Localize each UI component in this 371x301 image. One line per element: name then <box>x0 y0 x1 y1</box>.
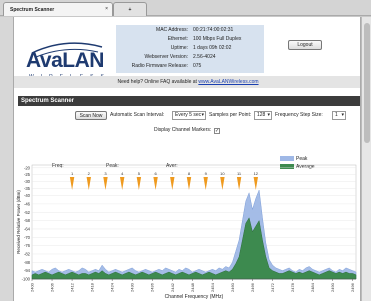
logo-text: AvaLAN <box>26 49 104 72</box>
info-label: Radio Firmware Release: <box>131 63 188 69</box>
x-tick-label: 2496 <box>350 282 355 292</box>
readout-label: Aver: <box>166 163 178 169</box>
y-tick-label: -52 <box>24 210 31 215</box>
x-axis-title: Channel Frequency (MHz) <box>165 294 224 300</box>
x-tick-label: 2406 <box>50 282 55 292</box>
page-content: AvaLAN WIRELESS MAC Address:00:21:74:00:… <box>13 17 361 301</box>
y-tick-label: -58 <box>24 218 31 223</box>
new-tab-button[interactable]: + <box>113 2 147 16</box>
x-tick-label: 2436 <box>150 282 155 292</box>
info-label: MAC Address: <box>156 27 188 33</box>
scan-now-button[interactable]: Scan Now <box>75 111 107 120</box>
y-tick-label: -46 <box>24 201 31 206</box>
plot-area <box>31 164 357 280</box>
legend-swatch <box>280 156 294 161</box>
faq-link[interactable]: www.AvaLANWireless.com <box>198 79 258 85</box>
info-value: 075 <box>193 63 202 69</box>
chevron-down-icon: ▾ <box>201 112 204 118</box>
chevron-down-icon: ▾ <box>267 112 270 118</box>
x-tick-label: 2466 <box>250 282 255 292</box>
legend-swatch <box>280 164 294 169</box>
step-value: 1 <box>335 112 338 118</box>
interval-label: Automatic Scan Interval: <box>110 112 165 118</box>
step-select[interactable]: 1 ▾ <box>332 111 346 120</box>
x-tick-label: 2424 <box>110 282 115 292</box>
x-tick-label: 2460 <box>230 282 235 292</box>
spectrum-chart: Freq: Peak: Aver: Peak Average -20 -25 -30 -35 -4… <box>14 135 360 301</box>
samples-select[interactable]: 128 ▾ <box>254 111 272 120</box>
x-tick-label: 2412 <box>70 282 75 292</box>
info-value: 1 days 09h 02:02 <box>193 45 232 51</box>
info-value: 100 Mbps Full Duplex <box>193 36 242 42</box>
channel-marker-label: 10 <box>220 171 225 176</box>
chevron-down-icon: ▾ <box>341 112 344 118</box>
vertical-scrollbar[interactable] <box>361 17 371 301</box>
interval-value: Every 5 sec <box>175 112 202 118</box>
y-tick-label: -94 <box>24 268 31 273</box>
y-tick-label: -30 <box>24 179 31 184</box>
y-tick-label: -64 <box>24 226 31 231</box>
y-tick-label: -82 <box>24 251 31 256</box>
interval-select[interactable]: Every 5 sec ▾ <box>172 111 206 120</box>
legend-label: Average <box>296 164 315 170</box>
x-tick-label: 2490 <box>330 282 335 292</box>
channel-marker-label: 12 <box>254 171 259 176</box>
section-title: Spectrum Scanner <box>18 96 360 106</box>
y-tick-label: -25 <box>24 172 31 177</box>
x-tick-label: 2418 <box>90 282 95 292</box>
y-tick-label: -76 <box>24 243 31 248</box>
markers-checkbox[interactable]: ✓ <box>214 128 220 134</box>
device-info-panel: MAC Address: 00:21:74:00:02:31 Ethernet: 1… <box>116 25 264 73</box>
y-tick-label: -35 <box>24 186 31 191</box>
x-tick-label: 2442 <box>170 282 175 292</box>
info-label: Webserver Version: <box>144 54 188 60</box>
samples-label: Samples per Point: <box>209 112 252 118</box>
y-axis-title: Received Relative Power (dBm) <box>16 190 21 254</box>
info-label: Uptime: <box>170 45 188 51</box>
samples-value: 128 <box>257 112 266 118</box>
y-tick-label: -70 <box>24 235 31 240</box>
step-label: Frequency Step Size: <box>275 112 323 118</box>
help-bar: Need help? Online FAQ available at www.A… <box>14 76 360 88</box>
y-tick-label: -20 <box>24 165 31 170</box>
x-tick-label: 2448 <box>190 282 195 292</box>
window-left-gutter <box>0 17 13 301</box>
help-text: Need help? Online FAQ available at <box>117 79 197 85</box>
browser-tabbar: Spectrum Scanner × + <box>0 0 371 16</box>
close-icon[interactable]: × <box>105 6 108 12</box>
readout-label: Freq: <box>52 163 64 169</box>
legend-label: Peak <box>296 156 308 162</box>
y-tick-label: -100 <box>22 277 31 282</box>
readout-label: Peak: <box>106 163 119 169</box>
x-tick-label: 2478 <box>290 282 295 292</box>
browser-tab-active[interactable]: Spectrum Scanner × <box>3 2 113 16</box>
info-value: 2.56-4024 <box>193 54 216 60</box>
spectrum-chart-svg: Freq: Peak: Aver: Peak Average -20 -25 -30 -35 -4… <box>16 156 357 300</box>
info-value: 00:21:74:00:02:31 <box>193 27 234 33</box>
x-tick-label: 2484 <box>310 282 315 292</box>
y-tick-label: -88 <box>24 260 31 265</box>
markers-label: Display Channel Markers: <box>154 127 212 133</box>
logout-button[interactable]: Logout <box>288 40 322 50</box>
browser-tab-label: Spectrum Scanner <box>10 7 55 13</box>
x-tick-label: 2430 <box>130 282 135 292</box>
x-tick-label: 2472 <box>270 282 275 292</box>
scrollbar-thumb[interactable] <box>364 23 370 143</box>
y-tick-label: -40 <box>24 193 31 198</box>
info-label: Ethernet: <box>167 36 188 42</box>
scan-controls: Scan Now Automatic Scan Interval: Every … <box>14 110 360 122</box>
x-tick-label: 2454 <box>210 282 215 292</box>
x-tick-label: 2400 <box>30 282 35 292</box>
